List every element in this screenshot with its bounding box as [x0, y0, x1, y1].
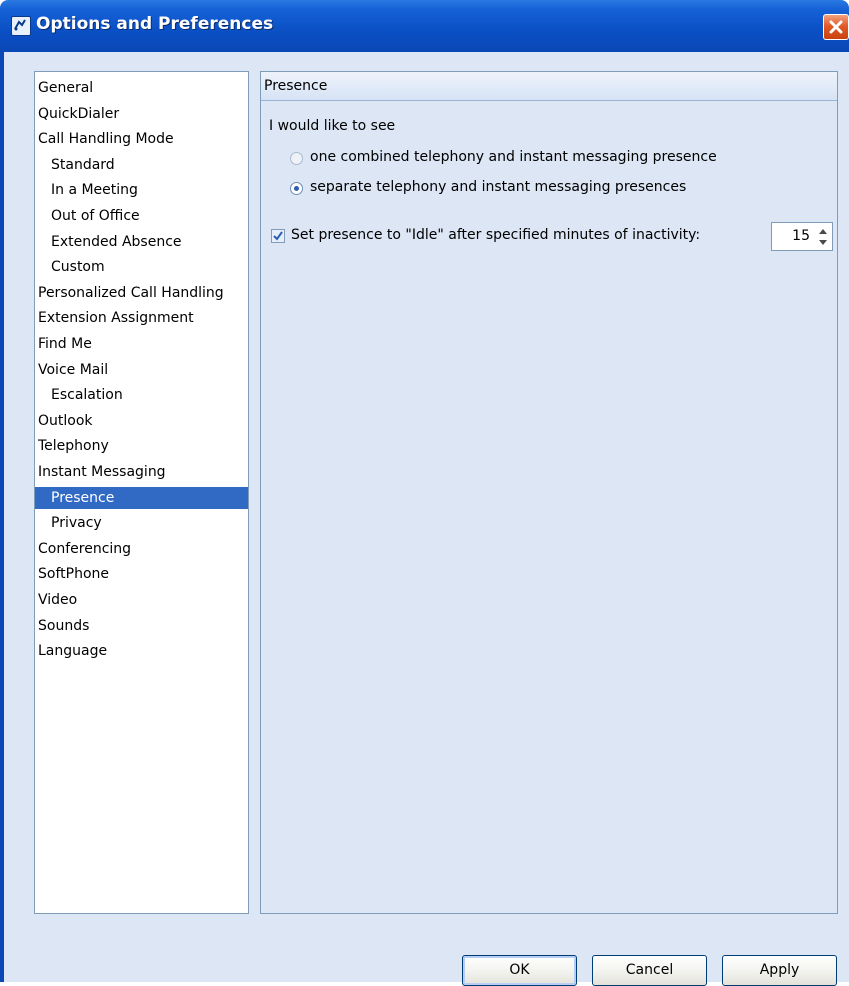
nav-item-softphone[interactable]: SoftPhone: [35, 563, 248, 585]
apply-button[interactable]: Apply: [722, 955, 837, 986]
nav-item-escalation[interactable]: Escalation: [35, 384, 248, 406]
options-dialog: Options and Preferences General QuickDial…: [0, 0, 849, 986]
presence-intro-label: I would like to see: [269, 118, 396, 134]
idle-minutes-value[interactable]: 15: [792, 223, 810, 250]
nav-item-find-me[interactable]: Find Me: [35, 333, 248, 355]
nav-item-outlook[interactable]: Outlook: [35, 410, 248, 432]
nav-item-custom[interactable]: Custom: [35, 256, 248, 278]
spin-down-icon[interactable]: [817, 237, 829, 248]
spin-up-icon[interactable]: [817, 226, 829, 237]
nav-item-in-a-meeting[interactable]: In a Meeting: [35, 179, 248, 201]
nav-item-out-of-office[interactable]: Out of Office: [35, 205, 248, 227]
nav-item-voice-mail[interactable]: Voice Mail: [35, 359, 248, 381]
idle-minutes-spinner[interactable]: 15: [771, 222, 833, 251]
close-icon[interactable]: [823, 14, 849, 40]
title-bar[interactable]: Options and Preferences: [0, 0, 849, 52]
nav-item-conferencing[interactable]: Conferencing: [35, 538, 248, 560]
presence-panel: Presence I would like to see one combine…: [260, 71, 838, 914]
panel-header: Presence: [261, 72, 837, 101]
radio-separate-presences[interactable]: [290, 182, 303, 195]
options-category-list[interactable]: General QuickDialer Call Handling Mode Stan…: [34, 71, 249, 914]
nav-item-sounds[interactable]: Sounds: [35, 615, 248, 637]
nav-item-privacy[interactable]: Privacy: [35, 512, 248, 534]
nav-item-language[interactable]: Language: [35, 640, 248, 662]
nav-item-quickdialer[interactable]: QuickDialer: [35, 103, 248, 125]
nav-item-standard[interactable]: Standard: [35, 154, 248, 176]
nav-item-instant-messaging[interactable]: Instant Messaging: [35, 461, 248, 483]
cancel-button[interactable]: Cancel: [592, 955, 707, 986]
nav-item-call-handling-mode[interactable]: Call Handling Mode: [35, 128, 248, 150]
nav-item-presence[interactable]: Presence: [35, 486, 248, 509]
ok-button[interactable]: OK: [462, 955, 577, 986]
nav-item-general[interactable]: General: [35, 77, 248, 99]
window-title: Options and Preferences: [36, 14, 274, 34]
idle-checkbox[interactable]: [271, 229, 285, 243]
nav-item-telephony[interactable]: Telephony: [35, 435, 248, 457]
radio-separate-presences-label[interactable]: separate telephony and instant messaging…: [310, 179, 686, 195]
nav-item-video[interactable]: Video: [35, 589, 248, 611]
idle-checkbox-label[interactable]: Set presence to "Idle" after specified m…: [291, 227, 700, 243]
nav-item-extension-assignment[interactable]: Extension Assignment: [35, 307, 248, 329]
nav-item-personalized-call-handling[interactable]: Personalized Call Handling: [35, 282, 248, 304]
radio-combined-presence[interactable]: [290, 152, 303, 165]
app-icon: [11, 16, 31, 36]
nav-item-extended-absence[interactable]: Extended Absence: [35, 231, 248, 253]
radio-combined-presence-label[interactable]: one combined telephony and instant messa…: [310, 149, 717, 165]
